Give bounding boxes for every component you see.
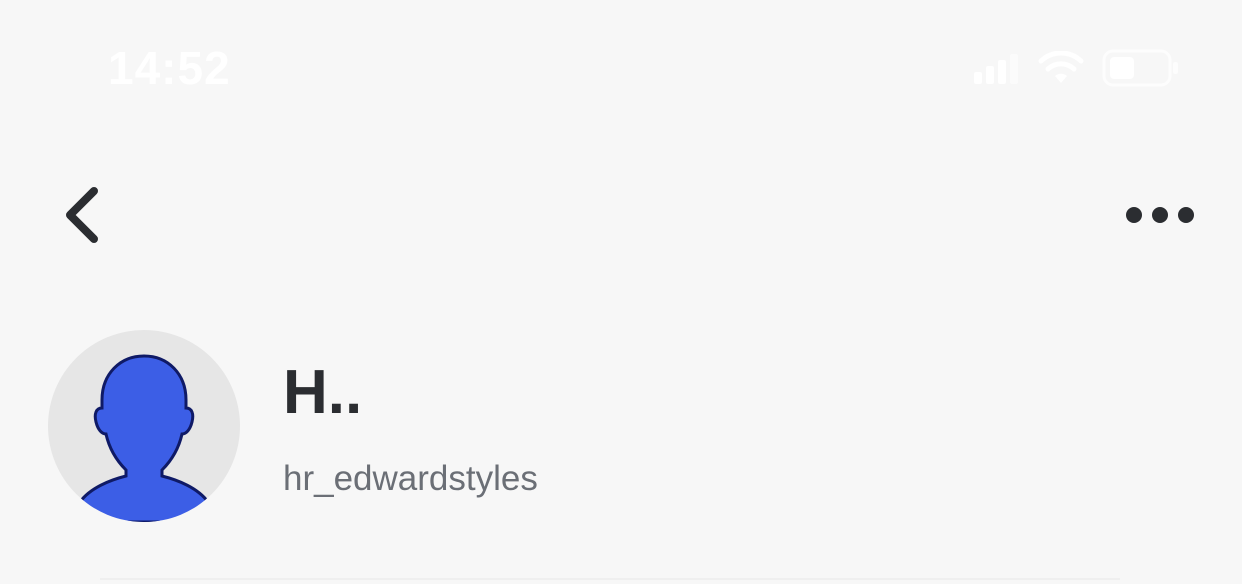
status-icons [974, 49, 1180, 92]
status-time: 14:52 [108, 42, 231, 94]
back-button[interactable] [52, 182, 112, 252]
cellular-signal-icon [974, 52, 1020, 89]
profile-display-name: H.. [283, 358, 363, 427]
person-silhouette-icon [48, 330, 240, 522]
divider [100, 578, 1120, 580]
profile-username: hr_edwardstyles [283, 459, 538, 498]
ellipsis-icon [1125, 205, 1195, 230]
wifi-icon [1038, 50, 1084, 90]
battery-icon [1102, 49, 1180, 92]
avatar[interactable] [48, 330, 240, 522]
status-bar: 14:52 [0, 0, 1242, 130]
more-options-button[interactable] [1120, 192, 1200, 242]
nav-bar [0, 170, 1242, 265]
chevron-left-icon [62, 185, 102, 250]
profile-header: H.. hr_edwardstyles [48, 330, 1198, 525]
